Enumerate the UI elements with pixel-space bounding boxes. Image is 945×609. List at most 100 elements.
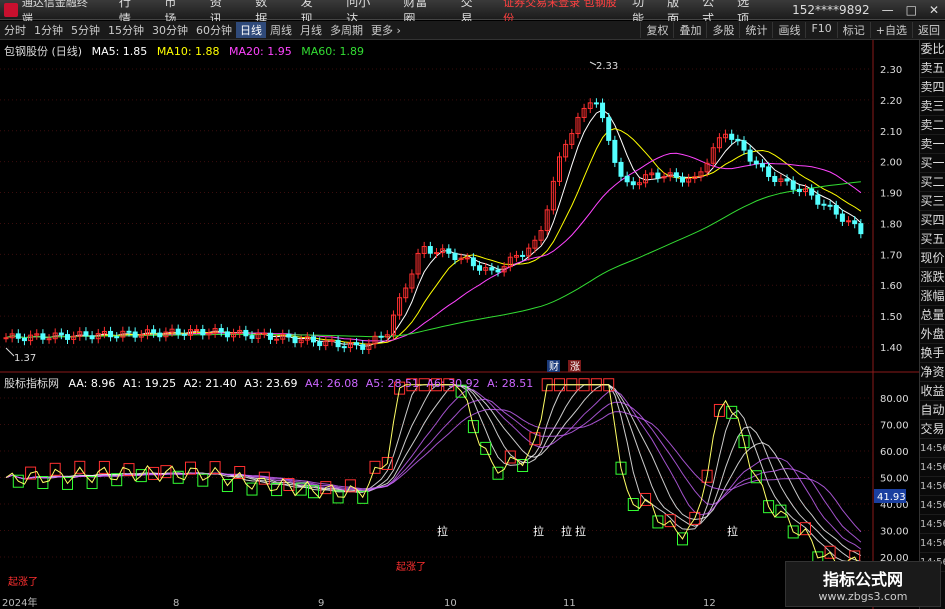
period-multi[interactable]: 多周期 xyxy=(326,22,367,38)
xaxis-label-year: 2024年 xyxy=(2,596,37,609)
period-30min[interactable]: 30分钟 xyxy=(148,22,192,38)
main-legend: 包钢股份 (日线) MA5: 1.85 MA10: 1.88 MA20: 1.9… xyxy=(4,43,364,59)
candle-body xyxy=(600,102,606,119)
candle-body xyxy=(655,172,661,179)
candle-body xyxy=(790,180,796,190)
watermark-url: www.zbgs3.com xyxy=(818,589,908,603)
period-daily[interactable]: 日线 xyxy=(236,22,266,38)
ma10-label: MA10: 1.88 xyxy=(156,45,220,58)
sidebar-item-bid4[interactable]: 买四 xyxy=(920,211,945,230)
candle-body xyxy=(243,329,249,337)
pull-annotation-3: 拉 xyxy=(561,524,572,538)
sidebar-time-5: 14:56 xyxy=(920,515,945,534)
candle-body xyxy=(360,344,366,350)
period-5min[interactable]: 5分钟 xyxy=(67,22,104,38)
ma20-line xyxy=(5,152,862,342)
candle-body xyxy=(446,248,452,254)
candle-body xyxy=(766,166,772,177)
sidebar-item-change-pct[interactable]: 涨幅 xyxy=(920,287,945,306)
candle-body xyxy=(452,252,458,261)
sidebar-item-volume[interactable]: 总量 xyxy=(920,306,945,325)
candle-body xyxy=(40,333,46,340)
tool-f10[interactable]: F10 xyxy=(805,22,836,38)
price-tick-label: 2.30 xyxy=(880,65,902,76)
period-weekly[interactable]: 周线 xyxy=(266,22,296,38)
candle-body xyxy=(274,338,280,341)
close-button[interactable]: ✕ xyxy=(923,3,945,17)
chart-area[interactable]: 2.30 2.20 2.10 2.00 1.90 1.80 1.70 1.60 1.50 1.40… xyxy=(0,40,919,609)
candle-body xyxy=(630,181,636,186)
sidebar-item-price[interactable]: 现价 xyxy=(920,249,945,268)
sidebar-item-bid-ratio[interactable]: 委比 xyxy=(920,40,945,59)
period-more[interactable]: 更多 › xyxy=(367,22,405,38)
minimize-button[interactable]: — xyxy=(876,3,900,17)
tool-add-watch[interactable]: +自选 xyxy=(869,22,912,38)
candle-body xyxy=(194,329,200,332)
candle-body xyxy=(175,328,181,335)
xaxis-label-sep: 9 xyxy=(318,598,324,609)
sidebar-item-ask1[interactable]: 卖一 xyxy=(920,135,945,154)
tool-draw[interactable]: 画线 xyxy=(772,22,805,38)
sidebar-item-bid3[interactable]: 买三 xyxy=(920,192,945,211)
tool-overlay[interactable]: 叠加 xyxy=(673,22,706,38)
tool-adjust[interactable]: 复权 xyxy=(640,22,673,38)
candle-body xyxy=(329,339,335,342)
price-tick-label: 1.80 xyxy=(880,219,902,230)
sidebar-item-auto[interactable]: 自动 xyxy=(920,401,945,420)
sidebar-item-turnover[interactable]: 换手 xyxy=(920,344,945,363)
sidebar-item-bid5[interactable]: 买五 xyxy=(920,230,945,249)
candle-body xyxy=(618,161,624,177)
price-tick-label: 2.20 xyxy=(880,96,902,107)
param-a6: A6: 30.92 xyxy=(426,377,480,390)
sidebar-item-trade[interactable]: 交易 xyxy=(920,420,945,439)
tool-mark[interactable]: 标记 xyxy=(836,22,870,38)
tool-stats[interactable]: 统计 xyxy=(739,22,772,38)
tool-multi-stock[interactable]: 多股 xyxy=(706,22,739,38)
param-a2: A2: 21.40 xyxy=(183,377,237,390)
candle-body xyxy=(200,329,206,336)
title-bar: 通达信金融终端 行情 市场 资讯 数据 发现 问小达 财富圈 交易 证券交易未登… xyxy=(0,0,945,26)
period-60min[interactable]: 60分钟 xyxy=(192,22,236,38)
candle-body xyxy=(624,175,630,183)
sidebar-item-ask5[interactable]: 卖五 xyxy=(920,59,945,78)
sidebar-time-4: 14:56 xyxy=(920,496,945,515)
period-monthly[interactable]: 月线 xyxy=(296,22,326,38)
sidebar-item-bid2[interactable]: 买二 xyxy=(920,173,945,192)
sidebar-item-ask3[interactable]: 卖三 xyxy=(920,97,945,116)
candle-body xyxy=(464,257,470,260)
candle-body xyxy=(261,332,267,335)
sidebar-item-net-assets[interactable]: 净资 xyxy=(920,363,945,382)
sidebar-item-bid1[interactable]: 买一 xyxy=(920,154,945,173)
tool-back[interactable]: 返回 xyxy=(912,22,945,38)
xaxis-label-nov: 11 xyxy=(563,598,576,609)
account-label[interactable]: 152****9892 xyxy=(786,3,875,17)
candle-body xyxy=(126,330,132,333)
candle-body xyxy=(46,338,52,341)
price-tick-label: 1.90 xyxy=(880,189,902,200)
candle-body xyxy=(809,188,815,196)
candle-body xyxy=(839,213,845,222)
maximize-button[interactable]: □ xyxy=(900,3,923,17)
sidebar-item-ask4[interactable]: 卖四 xyxy=(920,78,945,97)
candle-body xyxy=(747,149,753,162)
sidebar-item-change[interactable]: 涨跌 xyxy=(920,268,945,287)
sub-tick-label: 50.00 xyxy=(880,474,909,485)
period-timeshare[interactable]: 分时 xyxy=(0,22,30,38)
candle-body xyxy=(224,331,230,338)
candle-body xyxy=(341,346,347,349)
rise-badge-label: 涨 xyxy=(570,361,580,373)
sub-tick-label: 30.00 xyxy=(880,527,909,538)
candle-body xyxy=(858,223,864,235)
param-a4: A4: 26.08 xyxy=(305,377,359,390)
stock-title[interactable]: 包钢股份 (日线) xyxy=(4,45,82,58)
sidebar-item-earnings[interactable]: 收益 xyxy=(920,382,945,401)
period-1min[interactable]: 1分钟 xyxy=(30,22,67,38)
candle-body xyxy=(21,337,27,342)
price-tick-label: 1.60 xyxy=(880,281,902,292)
period-15min[interactable]: 15分钟 xyxy=(104,22,148,38)
param-aa: AA: 8.96 xyxy=(68,377,116,390)
sidebar-item-outer[interactable]: 外盘 xyxy=(920,325,945,344)
candle-body xyxy=(741,140,747,151)
indicator-title[interactable]: 股标指标网 xyxy=(4,377,59,390)
sidebar-item-ask2[interactable]: 卖二 xyxy=(920,116,945,135)
